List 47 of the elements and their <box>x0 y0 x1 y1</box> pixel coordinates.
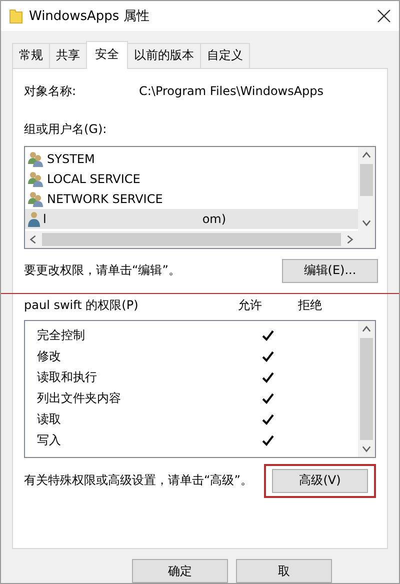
scrollbar[interactable] <box>358 320 375 457</box>
object-path: C:\Program Files\WindowsApps <box>139 84 324 98</box>
list-item[interactable]: NETWORK SERVICE <box>25 188 358 209</box>
permission-name: 读取和执行 <box>37 368 98 386</box>
edit-button[interactable]: 编辑(E)... <box>282 258 378 283</box>
user-name: l <box>43 212 46 226</box>
dialog-button[interactable]: 取 <box>236 559 332 583</box>
user-name: SYSTEM <box>47 152 95 166</box>
list-label: 组或用户名(G): <box>24 120 108 138</box>
check-icon <box>262 434 274 446</box>
check-icon <box>262 392 274 404</box>
field-label: 对象名称: <box>24 82 78 100</box>
user-name: om) <box>202 212 226 226</box>
tab[interactable]: 自定义 <box>200 42 250 69</box>
check-icon <box>262 330 274 341</box>
user-group-icon <box>28 150 44 167</box>
hint-text: 要更改权限，请单击“编辑”。 <box>24 262 180 280</box>
advanced-button[interactable]: 高级(V) <box>272 468 368 493</box>
folder-icon <box>9 8 23 24</box>
check-icon <box>262 414 274 425</box>
list-item[interactable]: LOCAL SERVICE <box>25 168 358 189</box>
window-title: WindowsApps 属性 <box>29 8 150 25</box>
permissions-label: paul swift 的权限(P) <box>24 296 140 314</box>
column-header: 允许 <box>238 296 263 314</box>
permission-name: 列出文件夹内容 <box>37 390 122 407</box>
permission-name: 修改 <box>37 348 62 365</box>
list-item[interactable]: l om) <box>25 208 358 229</box>
dialog-button[interactable]: 确定 <box>132 559 228 583</box>
user-group-icon <box>28 190 44 207</box>
user-name: NETWORK SERVICE <box>47 192 163 206</box>
tab[interactable]: 安全 <box>86 40 128 69</box>
user-list[interactable]: SYSTEM LOCAL SERVICE NETWORK SERVICE l om) <box>24 146 376 249</box>
user-name: LOCAL SERVICE <box>47 172 140 186</box>
list-item[interactable]: SYSTEM <box>25 148 358 169</box>
permission-name: 完全控制 <box>37 326 86 344</box>
scrollbar[interactable] <box>25 230 358 248</box>
user-icon <box>28 210 40 227</box>
close-icon[interactable] <box>377 8 391 23</box>
permission-name: 写入 <box>37 432 62 449</box>
hint-text: 有关特殊权限或高级设置，请单击“高级”。 <box>24 472 252 490</box>
tab[interactable]: 常规 <box>12 42 50 69</box>
check-icon <box>262 350 274 362</box>
permission-name: 读取 <box>37 410 62 428</box>
column-header: 拒绝 <box>298 296 323 314</box>
user-group-icon <box>28 170 44 187</box>
scrollbar[interactable] <box>358 146 375 231</box>
check-icon <box>262 372 274 383</box>
